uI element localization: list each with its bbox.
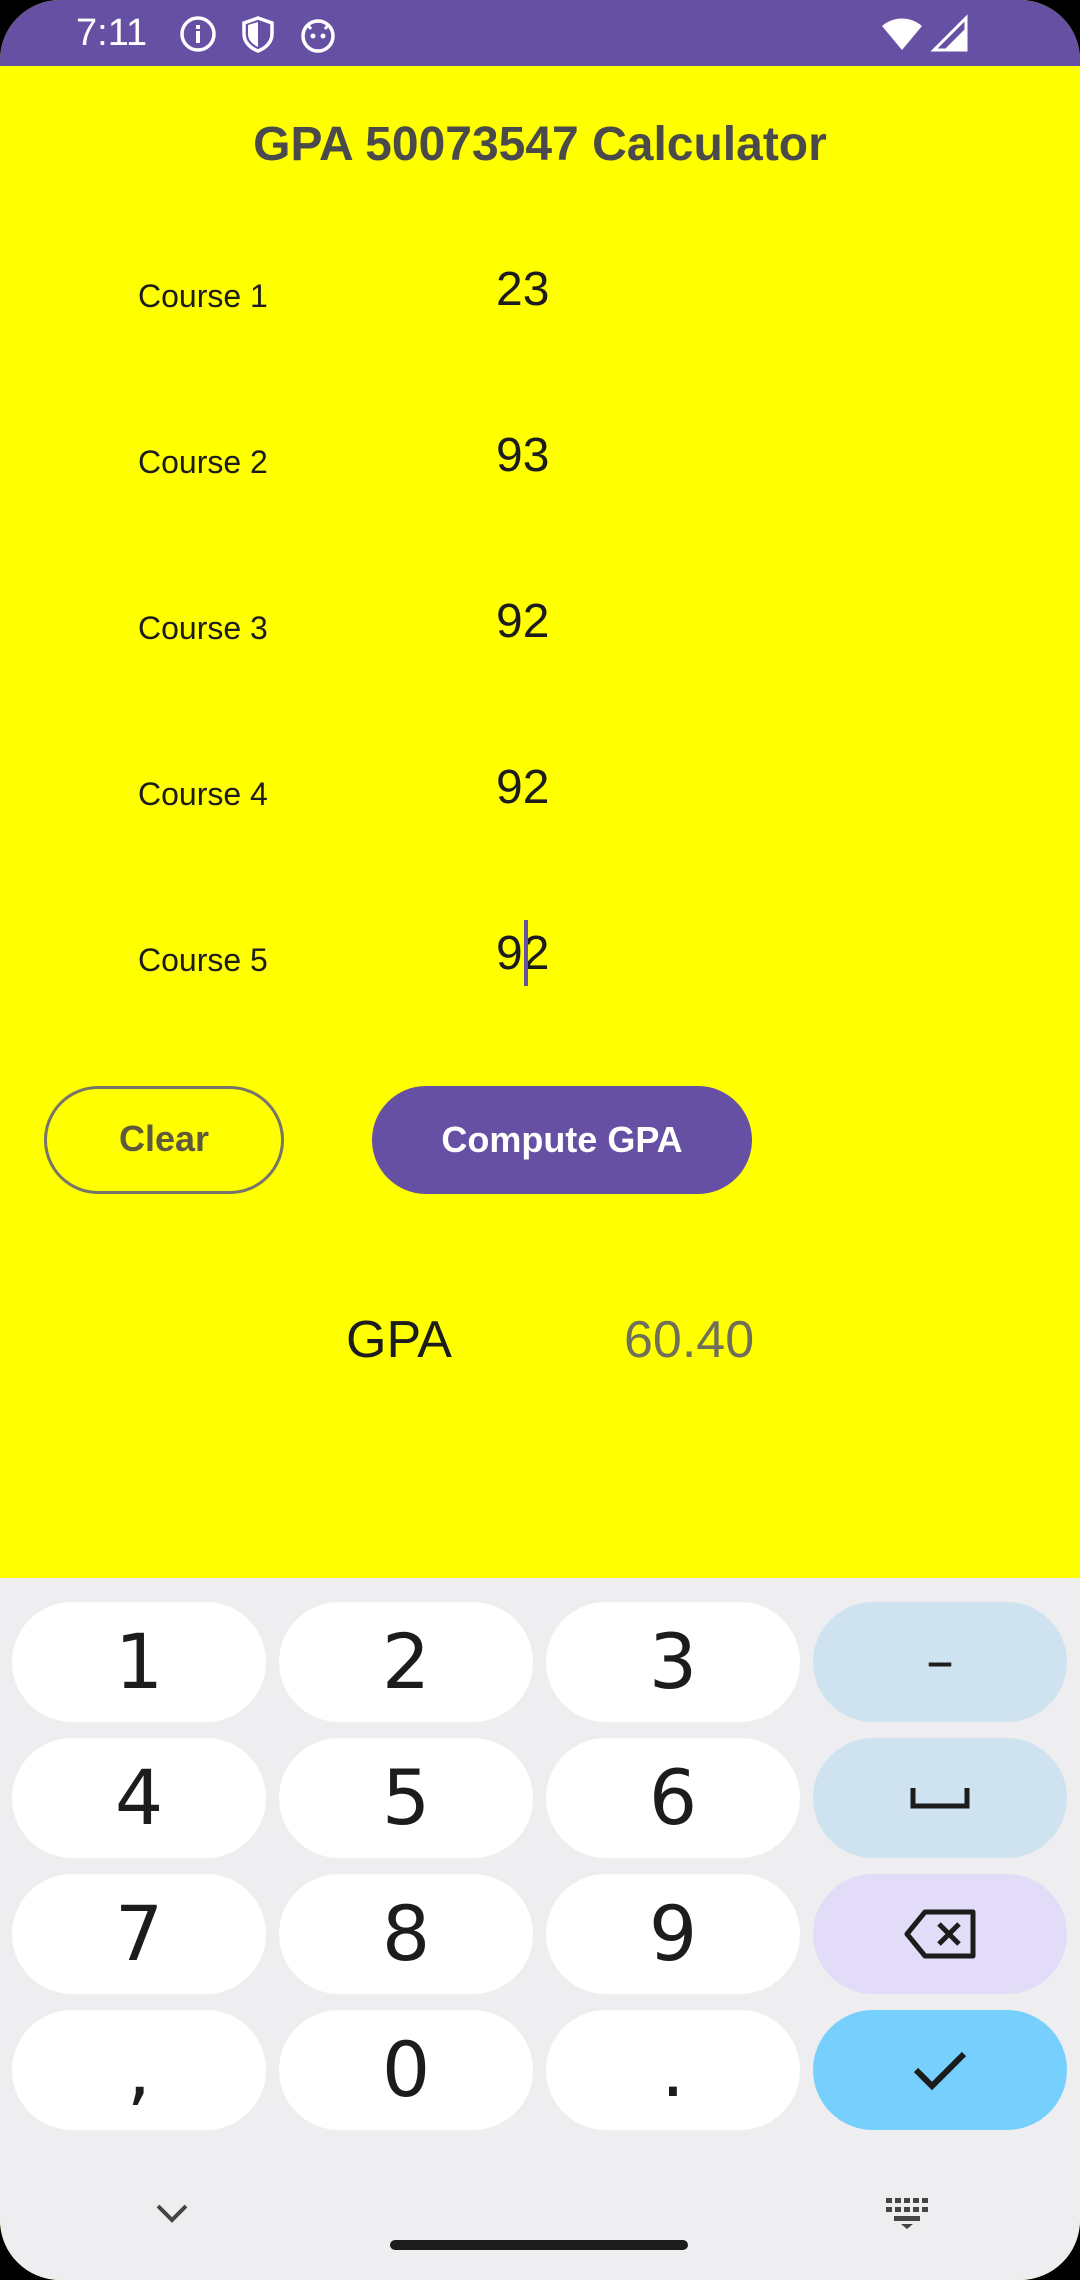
course-row-3: Course 3 92 — [0, 578, 1080, 678]
numeric-keyboard: 1 2 3 – 4 5 6 7 8 9 , 0 . — [0, 1578, 1080, 2280]
status-time: 7:11 — [76, 12, 148, 54]
compute-gpa-button[interactable]: Compute GPA — [372, 1086, 752, 1194]
course-row-2: Course 2 93 — [0, 412, 1080, 512]
keyboard-icon[interactable] — [884, 2196, 930, 2235]
key-5[interactable]: 5 — [279, 1738, 533, 1858]
phone-screen: 7:11 GPA 50073547 Calculator Course 1 23… — [0, 0, 1080, 2280]
key-8[interactable]: 8 — [279, 1874, 533, 1994]
course-label: Course 2 — [138, 444, 268, 480]
home-gesture-handle[interactable] — [390, 2240, 688, 2250]
key-7[interactable]: 7 — [12, 1874, 266, 1994]
status-bar: 7:11 — [0, 0, 1080, 66]
key-1[interactable]: 1 — [12, 1602, 266, 1722]
key-period[interactable]: . — [546, 2010, 800, 2130]
chevron-down-icon[interactable] — [154, 2202, 190, 2231]
gpa-value: 60.40 — [624, 1311, 755, 1369]
course-label: Course 1 — [138, 278, 268, 314]
shield-icon — [238, 14, 278, 54]
key-2[interactable]: 2 — [279, 1602, 533, 1722]
course-label: Course 5 — [138, 942, 268, 978]
key-9[interactable]: 9 — [546, 1874, 800, 1994]
course-row-1: Course 1 23 — [0, 246, 1080, 346]
key-6[interactable]: 6 — [546, 1738, 800, 1858]
course-row-4: Course 4 92 — [0, 744, 1080, 844]
gpa-label: GPA — [346, 1311, 452, 1369]
text-cursor — [524, 920, 528, 986]
key-3[interactable]: 3 — [546, 1602, 800, 1722]
signal-icon — [930, 14, 970, 54]
course-1-input[interactable]: 23 — [480, 246, 840, 336]
app-title: GPA 50073547 Calculator — [253, 118, 827, 171]
backspace-key[interactable] — [813, 1874, 1067, 1994]
space-key[interactable] — [813, 1738, 1067, 1858]
info-icon — [178, 14, 218, 54]
clear-button[interactable]: Clear — [44, 1086, 284, 1194]
key-minus[interactable]: – — [813, 1602, 1067, 1722]
key-0[interactable]: 0 — [279, 2010, 533, 2130]
key-4[interactable]: 4 — [12, 1738, 266, 1858]
course-label: Course 4 — [138, 776, 268, 812]
course-4-input[interactable]: 92 — [480, 744, 840, 834]
key-comma[interactable]: , — [12, 2010, 266, 2130]
course-label: Course 3 — [138, 610, 268, 646]
android-face-icon — [298, 14, 338, 54]
wifi-icon — [880, 14, 924, 54]
course-2-input[interactable]: 93 — [480, 412, 840, 502]
course-row-5: Course 5 92 — [0, 910, 1080, 1010]
course-3-input[interactable]: 92 — [480, 578, 840, 668]
course-5-input[interactable]: 92 — [480, 910, 840, 1000]
done-key[interactable] — [813, 2010, 1067, 2130]
